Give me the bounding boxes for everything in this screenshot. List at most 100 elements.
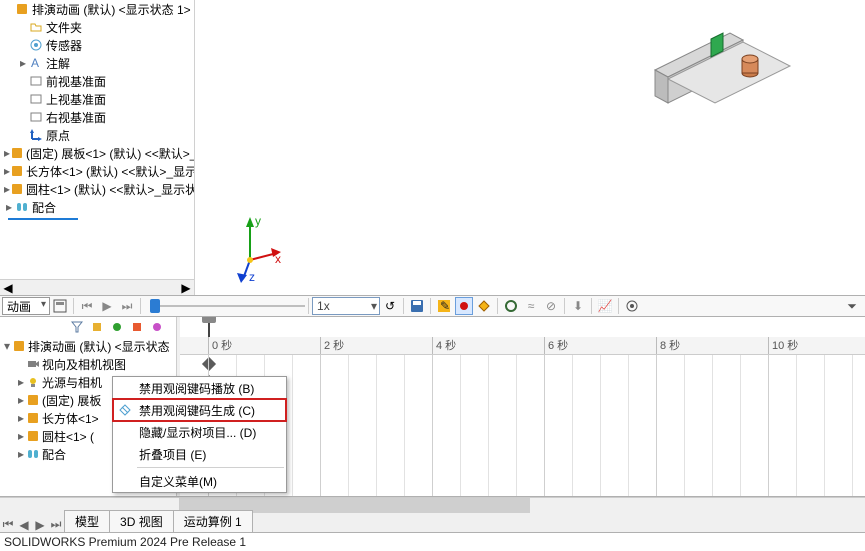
filter-icon[interactable]	[68, 318, 86, 336]
gravity-icon[interactable]: ⬇	[569, 297, 587, 315]
folder-icon	[28, 19, 44, 35]
timeline-ruler[interactable]: 0 秒2 秒4 秒6 秒8 秒10 秒	[180, 337, 865, 355]
animation-wizard-icon[interactable]: ✎	[435, 297, 453, 315]
add-key-icon[interactable]	[475, 297, 493, 315]
scroll-right-icon[interactable]: ▶	[178, 281, 194, 295]
plane-icon	[28, 73, 44, 89]
tab-nav-next-icon[interactable]: ▶	[32, 518, 48, 532]
context-menu-item[interactable]: 禁用观阅键码生成 (C)	[113, 399, 286, 421]
tab-motion-study[interactable]: 运动算例 1	[173, 510, 253, 532]
spring-icon[interactable]: ≈	[522, 297, 540, 315]
gridline-minor	[348, 355, 349, 496]
settings-gear-icon[interactable]	[623, 297, 641, 315]
tab-nav-start-icon[interactable]: ⏮	[0, 517, 16, 532]
part-icon	[26, 411, 42, 425]
tree-scrollbar[interactable]: ◀ ▶	[0, 279, 194, 295]
save-animation-icon[interactable]	[408, 297, 426, 315]
timebar-grip[interactable]	[202, 317, 216, 323]
expand-toggle[interactable]: ▸	[16, 447, 26, 461]
svg-text:y: y	[255, 215, 261, 228]
autokey-icon[interactable]	[455, 297, 473, 315]
tab-model[interactable]: 模型	[64, 510, 110, 532]
expand-toggle[interactable]: ▸	[16, 411, 26, 425]
tree-item[interactable]: 前视基准面	[0, 72, 194, 90]
expand-toggle[interactable]: ▸	[4, 200, 14, 214]
gridline	[656, 355, 657, 496]
context-menu-item[interactable]: 自定义菜单(M)	[113, 470, 286, 492]
gridline-minor	[796, 355, 797, 496]
tree-item-label: 注解	[46, 55, 70, 72]
tree-item[interactable]: ▸圆柱<1> (默认) <<默认>_显示状	[0, 180, 194, 198]
tree-item-label: 传感器	[46, 37, 82, 54]
context-menu-item[interactable]: 隐藏/显示树项目... (D)	[113, 421, 286, 443]
mate-icon	[26, 447, 42, 461]
ruler-tick: 6 秒	[544, 337, 568, 354]
tree-item[interactable]: ▸(固定) 展板<1> (默认) <<默认>_	[0, 144, 194, 162]
loop-icon[interactable]: ↺	[381, 297, 399, 315]
context-menu-label: 禁用观阅键码生成 (C)	[139, 402, 255, 419]
motion-tree-label: 视向及相机视图	[42, 356, 126, 373]
cube-yellow-icon	[14, 1, 30, 17]
filter-driving-icon[interactable]	[108, 318, 126, 336]
filter-selected-icon[interactable]	[128, 318, 146, 336]
skip-start-icon[interactable]: ⏮	[78, 297, 96, 315]
filter-animated-icon[interactable]	[88, 318, 106, 336]
gridline-minor	[852, 355, 853, 496]
context-menu-item[interactable]: 禁用观阅键码播放 (B)	[113, 377, 286, 399]
calculator-icon[interactable]	[51, 297, 69, 315]
playback-speed-field[interactable]: 1x▾	[312, 297, 380, 315]
filter-results-icon[interactable]	[148, 318, 166, 336]
context-menu: 禁用观阅键码播放 (B) 禁用观阅键码生成 (C) 隐藏/显示树项目... (D)折…	[112, 376, 287, 493]
graphics-viewport[interactable]: y x z	[195, 0, 865, 295]
expand-toggle[interactable]: ▸	[18, 56, 28, 70]
keyframe-diamond[interactable]	[202, 357, 216, 371]
blank-icon	[117, 380, 133, 396]
svg-text:z: z	[249, 270, 255, 284]
gridline-minor	[684, 355, 685, 496]
sensor-icon	[28, 37, 44, 53]
play-icon[interactable]: ▶	[98, 297, 116, 315]
tree-item-label: 配合	[32, 199, 56, 216]
part-icon	[10, 163, 24, 179]
tree-item[interactable]: 上视基准面	[0, 90, 194, 108]
expand-toggle[interactable]: ▾	[2, 339, 12, 353]
tab-nav-prev-icon[interactable]: ◀	[16, 518, 32, 532]
tree-item[interactable]: 右视基准面	[0, 108, 194, 126]
view-triad: y x z	[225, 215, 285, 285]
plane-icon	[28, 91, 44, 107]
expand-toggle[interactable]: ▸	[16, 375, 26, 389]
tree-item-label: (固定) 展板<1> (默认) <<默认>_	[26, 145, 195, 162]
tree-item[interactable]: ▸A注解	[0, 54, 194, 72]
tree-item[interactable]: ▸ 配合	[0, 198, 194, 216]
gridline-minor	[292, 355, 293, 496]
motor-icon[interactable]	[502, 297, 520, 315]
tree-item[interactable]: 排演动画 (默认) <显示状态 1>	[0, 0, 194, 18]
expand-toggle[interactable]: ▸	[16, 393, 26, 407]
part-icon	[26, 429, 42, 443]
blank-icon	[117, 446, 133, 462]
origin-icon	[28, 127, 44, 143]
tab-3d-view[interactable]: 3D 视图	[109, 510, 174, 532]
gridline-minor	[376, 355, 377, 496]
tree-item[interactable]: 传感器	[0, 36, 194, 54]
tab-nav-end-icon[interactable]: ⏭	[48, 517, 64, 532]
expand-toggle[interactable]: ▸	[16, 429, 26, 443]
gridline	[544, 355, 545, 496]
scroll-left-icon[interactable]: ◀	[0, 281, 16, 295]
tree-item[interactable]: ▸长方体<1> (默认) <<默认>_显示	[0, 162, 194, 180]
motion-tree-item[interactable]: 视向及相机视图	[0, 355, 179, 373]
feature-manager-tree[interactable]: 排演动画 (默认) <显示状态 1>文件夹传感器▸A注解前视基准面上视基准面右视…	[0, 0, 195, 295]
context-menu-item[interactable]: 折叠项目 (E)	[113, 443, 286, 465]
playback-slider[interactable]	[150, 297, 305, 315]
collapse-icon[interactable]: ⏷	[843, 297, 861, 315]
skip-end-icon[interactable]: ⏭	[118, 297, 136, 315]
gridline-minor	[600, 355, 601, 496]
tree-item[interactable]: 文件夹	[0, 18, 194, 36]
animation-type-dropdown[interactable]: 动画	[2, 297, 50, 315]
motion-tree-item[interactable]: ▾排演动画 (默认) <显示状态	[0, 337, 179, 355]
tree-item[interactable]: 原点	[0, 126, 194, 144]
contact-icon[interactable]: ⊘	[542, 297, 560, 315]
light-icon	[26, 375, 42, 389]
context-menu-label: 自定义菜单(M)	[139, 473, 217, 490]
results-icon[interactable]: 📈	[596, 297, 614, 315]
